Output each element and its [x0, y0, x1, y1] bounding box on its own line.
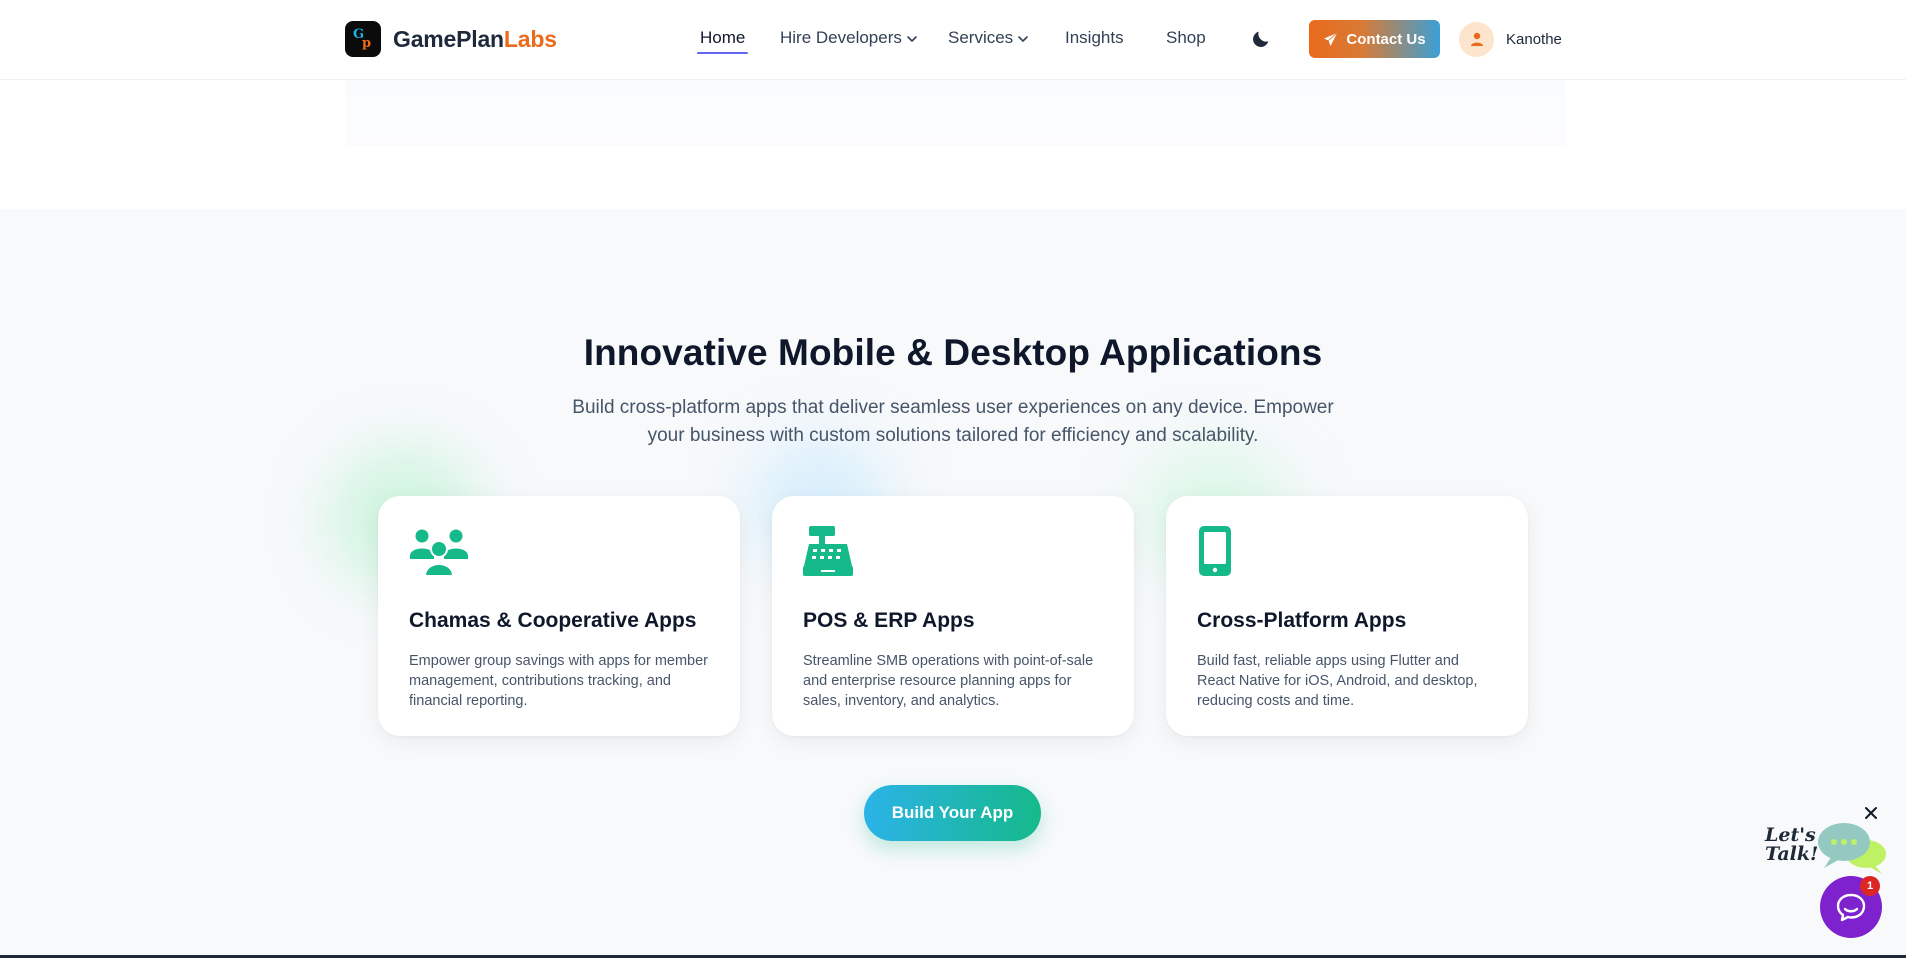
logo-mark-p: p: [362, 36, 372, 51]
logo-name-part1: GamePlan: [393, 25, 504, 52]
card-cross-platform[interactable]: Cross-Platform Apps Build fast, reliable…: [1166, 496, 1528, 736]
notification-badge: 1: [1860, 876, 1880, 896]
nav-home-label: Home: [700, 28, 746, 47]
chat-bubble-icon: [1836, 893, 1866, 922]
top-navbar: G p GamePlanLabs Home Hire Developers Se…: [0, 0, 1906, 80]
card-title: Chamas & Cooperative Apps: [409, 609, 697, 632]
chevron-down-icon: [1018, 35, 1028, 42]
contact-us-label: Contact Us: [1346, 30, 1426, 48]
moon-icon[interactable]: [1250, 28, 1272, 50]
paper-plane-icon: [1324, 32, 1338, 46]
cash-register-icon: [803, 526, 853, 576]
lets-talk-text: Let's Talk!: [1765, 824, 1819, 865]
section-title: Innovative Mobile & Desktop Applications: [583, 332, 1323, 373]
card-title: POS & ERP Apps: [803, 609, 975, 632]
logo-name-part2: Labs: [503, 25, 557, 52]
chevron-down-icon: [907, 35, 917, 42]
mobile-phone-icon: [1199, 526, 1231, 576]
section-subtitle: Build cross-platform apps that deliver s…: [572, 397, 1334, 446]
users-group-icon: [410, 529, 468, 576]
faded-content-strip: [345, 80, 1565, 146]
card-description: Streamline SMB operations with point-of-…: [803, 653, 1094, 709]
site-logo[interactable]: G p GamePlanLabs: [345, 20, 557, 58]
nav-hire-developers[interactable]: Hire Developers: [780, 28, 918, 48]
apps-section: Innovative Mobile & Desktop Applications…: [0, 209, 1906, 958]
nav-shop-label: Shop: [1166, 28, 1206, 47]
nav-home[interactable]: Home: [696, 28, 749, 54]
nav-services-label: Services: [948, 28, 1014, 47]
logo-wordmark: GamePlanLabs: [393, 26, 557, 53]
lets-talk-teaser[interactable]: Let's Talk!: [1760, 818, 1890, 884]
avatar: [1459, 21, 1494, 57]
card-pos-erp[interactable]: POS & ERP Apps Streamline SMB operations…: [772, 496, 1134, 736]
card-title: Cross-Platform Apps: [1197, 609, 1407, 632]
nav-insights[interactable]: Insights: [1065, 28, 1124, 48]
card-description: Empower group savings with apps for memb…: [409, 653, 708, 709]
card-chamas-cooperative[interactable]: Chamas & Cooperative Apps Empower group …: [378, 496, 740, 736]
user-name: Kanothe: [1506, 30, 1562, 48]
nav-shop[interactable]: Shop: [1166, 28, 1206, 48]
nav-hire-developers-label: Hire Developers: [780, 28, 902, 47]
user-menu[interactable]: Kanothe: [1459, 21, 1562, 57]
speech-bubbles-icon: [1818, 823, 1886, 874]
user-icon: [1470, 32, 1483, 46]
logo-mark-icon: G p: [345, 21, 381, 57]
build-your-app-button[interactable]: Build Your App: [864, 785, 1041, 841]
nav-insights-label: Insights: [1065, 28, 1124, 47]
nav-services[interactable]: Services: [948, 28, 1029, 48]
contact-us-button[interactable]: Contact Us: [1309, 20, 1440, 58]
card-description: Build fast, reliable apps using Flutter …: [1197, 653, 1478, 709]
